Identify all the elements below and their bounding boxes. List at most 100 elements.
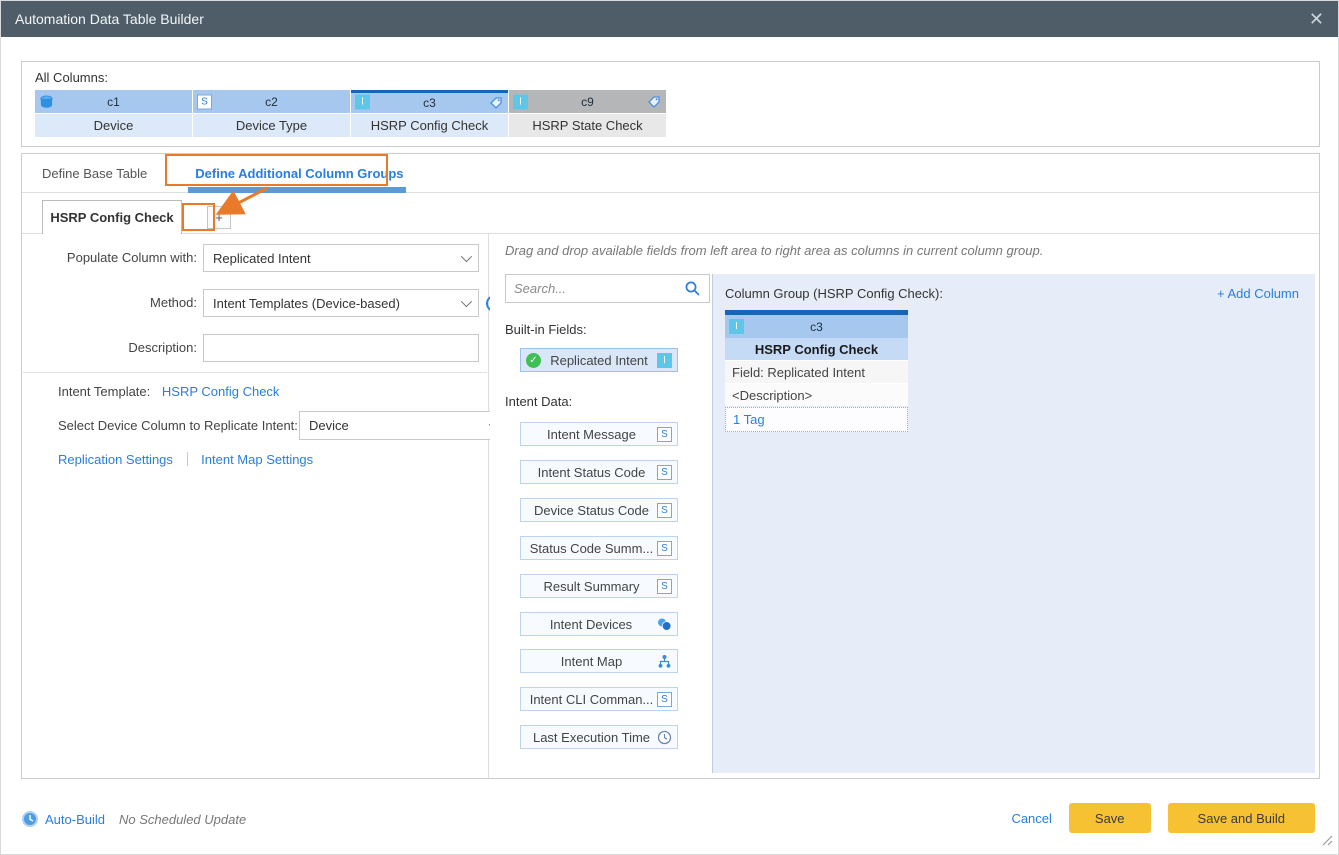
device-column-value: Device bbox=[309, 418, 489, 433]
resize-grip[interactable] bbox=[1322, 834, 1333, 849]
column-name[interactable]: Device Type bbox=[193, 114, 350, 137]
intent-template-label: Intent Template: bbox=[58, 384, 150, 399]
field-label: Intent CLI Comman... bbox=[526, 692, 657, 707]
string-type-icon: S bbox=[657, 541, 672, 556]
chevron-down-icon bbox=[461, 251, 472, 262]
method-label: Method: bbox=[42, 289, 197, 317]
tag-icon bbox=[489, 96, 503, 110]
automation-data-table-builder-dialog: Automation Data Table Builder ✕ All Colu… bbox=[0, 0, 1339, 855]
intent-map-settings-link[interactable]: Intent Map Settings bbox=[201, 452, 313, 467]
search-icon[interactable] bbox=[684, 280, 701, 297]
string-type-icon: S bbox=[197, 94, 212, 109]
dialog-footer: Auto-Build No Scheduled Update Cancel Sa… bbox=[1, 800, 1338, 838]
intent-template-row: Intent Template: HSRP Config Check bbox=[58, 384, 279, 399]
tab-define-base-table[interactable]: Define Base Table bbox=[42, 166, 147, 181]
check-icon: ✓ bbox=[526, 353, 541, 368]
add-column-link[interactable]: + Add Column bbox=[1217, 286, 1299, 301]
intent-template-link[interactable]: HSRP Config Check bbox=[162, 384, 280, 399]
device-column-select[interactable]: Device bbox=[299, 411, 507, 440]
field-item-status-code-summary[interactable]: Status Code Summ... S bbox=[520, 536, 678, 560]
all-columns-table: c1 Device S c2 Device Type I c3 bbox=[35, 90, 667, 137]
table-builder-main: Define Base Table Define Additional Colu… bbox=[21, 153, 1320, 779]
search-input[interactable] bbox=[514, 281, 684, 296]
column-c9-header[interactable]: I c9 bbox=[509, 90, 666, 113]
intent-type-icon: I bbox=[657, 353, 672, 368]
column-name[interactable]: Device bbox=[35, 114, 192, 137]
column-id: c1 bbox=[107, 95, 120, 109]
column-c2[interactable]: S c2 Device Type bbox=[193, 90, 350, 137]
column-c2-header[interactable]: S c2 bbox=[193, 90, 350, 113]
field-label: Result Summary bbox=[526, 579, 657, 594]
column-group-panel: Column Group (HSRP Config Check): + Add … bbox=[712, 274, 1315, 773]
field-label: Intent Devices bbox=[526, 617, 656, 632]
field-label: Intent Message bbox=[526, 427, 657, 442]
save-and-build-button[interactable]: Save and Build bbox=[1168, 803, 1315, 833]
all-columns-label: All Columns: bbox=[35, 70, 108, 85]
method-value: Intent Templates (Device-based) bbox=[213, 296, 461, 311]
column-card-c3[interactable]: I c3 HSRP Config Check Field: Replicated… bbox=[725, 310, 908, 432]
dialog-title: Automation Data Table Builder bbox=[15, 11, 204, 27]
field-label: Last Execution Time bbox=[526, 730, 657, 745]
device-column-label: Select Device Column to Replicate Intent… bbox=[58, 411, 298, 440]
replication-settings-link[interactable]: Replication Settings bbox=[58, 452, 173, 467]
string-type-icon: S bbox=[657, 692, 672, 707]
field-item-intent-devices[interactable]: Intent Devices bbox=[520, 612, 678, 636]
intent-data-label: Intent Data: bbox=[505, 394, 572, 409]
form-divider bbox=[23, 372, 487, 373]
close-icon[interactable]: ✕ bbox=[1309, 10, 1324, 28]
column-settings-form: Populate Column with: Replicated Intent … bbox=[22, 234, 489, 778]
string-type-icon: S bbox=[657, 427, 672, 442]
column-c1-header[interactable]: c1 bbox=[35, 90, 192, 113]
tag-icon bbox=[647, 95, 661, 109]
active-tab-underline bbox=[188, 187, 406, 193]
column-name[interactable]: HSRP State Check bbox=[509, 114, 666, 137]
field-label: Device Status Code bbox=[526, 503, 657, 518]
cancel-button[interactable]: Cancel bbox=[1011, 811, 1051, 826]
settings-links-row: Replication Settings Intent Map Settings bbox=[58, 452, 313, 467]
field-label: Intent Map bbox=[526, 654, 657, 669]
field-item-result-summary[interactable]: Result Summary S bbox=[520, 574, 678, 598]
field-item-intent-message[interactable]: Intent Message S bbox=[520, 422, 678, 446]
field-item-intent-cli-commands[interactable]: Intent CLI Comman... S bbox=[520, 687, 678, 711]
column-name[interactable]: HSRP Config Check bbox=[351, 114, 508, 137]
add-group-tab-button[interactable]: + bbox=[207, 206, 231, 229]
column-card-tag[interactable]: 1 Tag bbox=[725, 407, 908, 432]
auto-build-clock-icon bbox=[21, 810, 39, 828]
tab-define-additional-column-groups[interactable]: Define Additional Column Groups bbox=[195, 166, 403, 181]
builtin-fields-label: Built-in Fields: bbox=[505, 322, 587, 337]
intent-type-icon: I bbox=[355, 95, 370, 110]
field-item-device-status-code[interactable]: Device Status Code S bbox=[520, 498, 678, 522]
column-id: c9 bbox=[581, 95, 594, 109]
group-tab-hsrp-config-check[interactable]: HSRP Config Check bbox=[42, 200, 182, 234]
populate-column-select[interactable]: Replicated Intent bbox=[203, 244, 479, 272]
title-bar: Automation Data Table Builder ✕ bbox=[1, 1, 1338, 37]
tab-content: Populate Column with: Replicated Intent … bbox=[22, 234, 1319, 778]
intent-type-icon: I bbox=[513, 94, 528, 109]
column-c3[interactable]: I c3 HSRP Config Check bbox=[351, 90, 508, 137]
column-card-header[interactable]: I c3 bbox=[725, 315, 908, 338]
field-search-box[interactable] bbox=[505, 274, 710, 303]
column-c9[interactable]: I c9 HSRP State Check bbox=[509, 90, 666, 137]
column-card-title[interactable]: HSRP Config Check bbox=[725, 338, 908, 360]
field-item-last-execution-time[interactable]: Last Execution Time bbox=[520, 725, 678, 749]
auto-build-link[interactable]: Auto-Build bbox=[45, 812, 105, 827]
chevron-down-icon bbox=[461, 296, 472, 307]
field-item-intent-map[interactable]: Intent Map bbox=[520, 649, 678, 673]
field-item-replicated-intent[interactable]: ✓ Replicated Intent I bbox=[520, 348, 678, 372]
clock-icon bbox=[657, 730, 672, 745]
footer-actions: Cancel Save Save and Build bbox=[1011, 803, 1315, 833]
description-input[interactable] bbox=[203, 334, 479, 362]
column-c3-header-selected[interactable]: I c3 bbox=[351, 90, 508, 113]
string-type-icon: S bbox=[657, 465, 672, 480]
column-card-description[interactable]: <Description> bbox=[725, 383, 908, 406]
column-c1[interactable]: c1 Device bbox=[35, 90, 192, 137]
populate-column-value: Replicated Intent bbox=[213, 251, 461, 266]
devices-icon bbox=[656, 617, 672, 632]
all-columns-section: All Columns: c1 Device S c2 Device Type bbox=[21, 61, 1320, 147]
method-select[interactable]: Intent Templates (Device-based) bbox=[203, 289, 479, 317]
field-item-intent-status-code[interactable]: Intent Status Code S bbox=[520, 460, 678, 484]
map-icon bbox=[657, 654, 672, 669]
string-type-icon: S bbox=[657, 503, 672, 518]
save-button[interactable]: Save bbox=[1069, 803, 1151, 833]
column-card-field[interactable]: Field: Replicated Intent bbox=[725, 360, 908, 383]
